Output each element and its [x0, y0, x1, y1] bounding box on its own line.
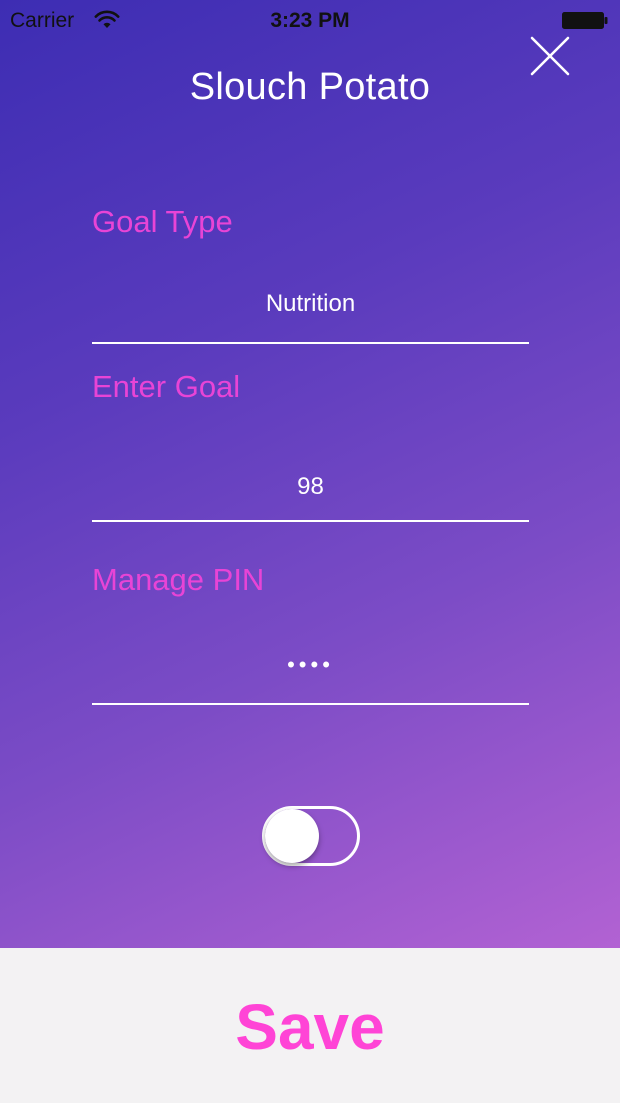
- goal-type-underline: [92, 342, 529, 344]
- goal-type-label: Goal Type: [92, 204, 233, 239]
- pin-field[interactable]: ••••: [92, 652, 529, 678]
- settings-screen: Carrier 3:23 PM Slouch Potato Goal Type …: [0, 0, 620, 1103]
- enter-goal-field[interactable]: 98: [92, 473, 529, 501]
- enter-goal-label: Enter Goal: [92, 369, 241, 404]
- save-button[interactable]: Save: [0, 990, 620, 1064]
- status-time: 3:23 PM: [270, 9, 350, 32]
- status-bar: Carrier 3:23 PM: [0, 0, 620, 40]
- manage-pin-label: Manage PIN: [92, 562, 265, 597]
- page-title: Slouch Potato: [189, 66, 431, 108]
- pin-toggle-switch[interactable]: [262, 806, 360, 866]
- goal-type-field[interactable]: Nutrition: [92, 290, 529, 318]
- enter-goal-underline: [92, 520, 529, 522]
- toggle-knob: [265, 809, 319, 863]
- battery-icon: [562, 12, 608, 29]
- settings-panel: Carrier 3:23 PM Slouch Potato Goal Type …: [0, 0, 620, 948]
- pin-underline: [92, 703, 529, 705]
